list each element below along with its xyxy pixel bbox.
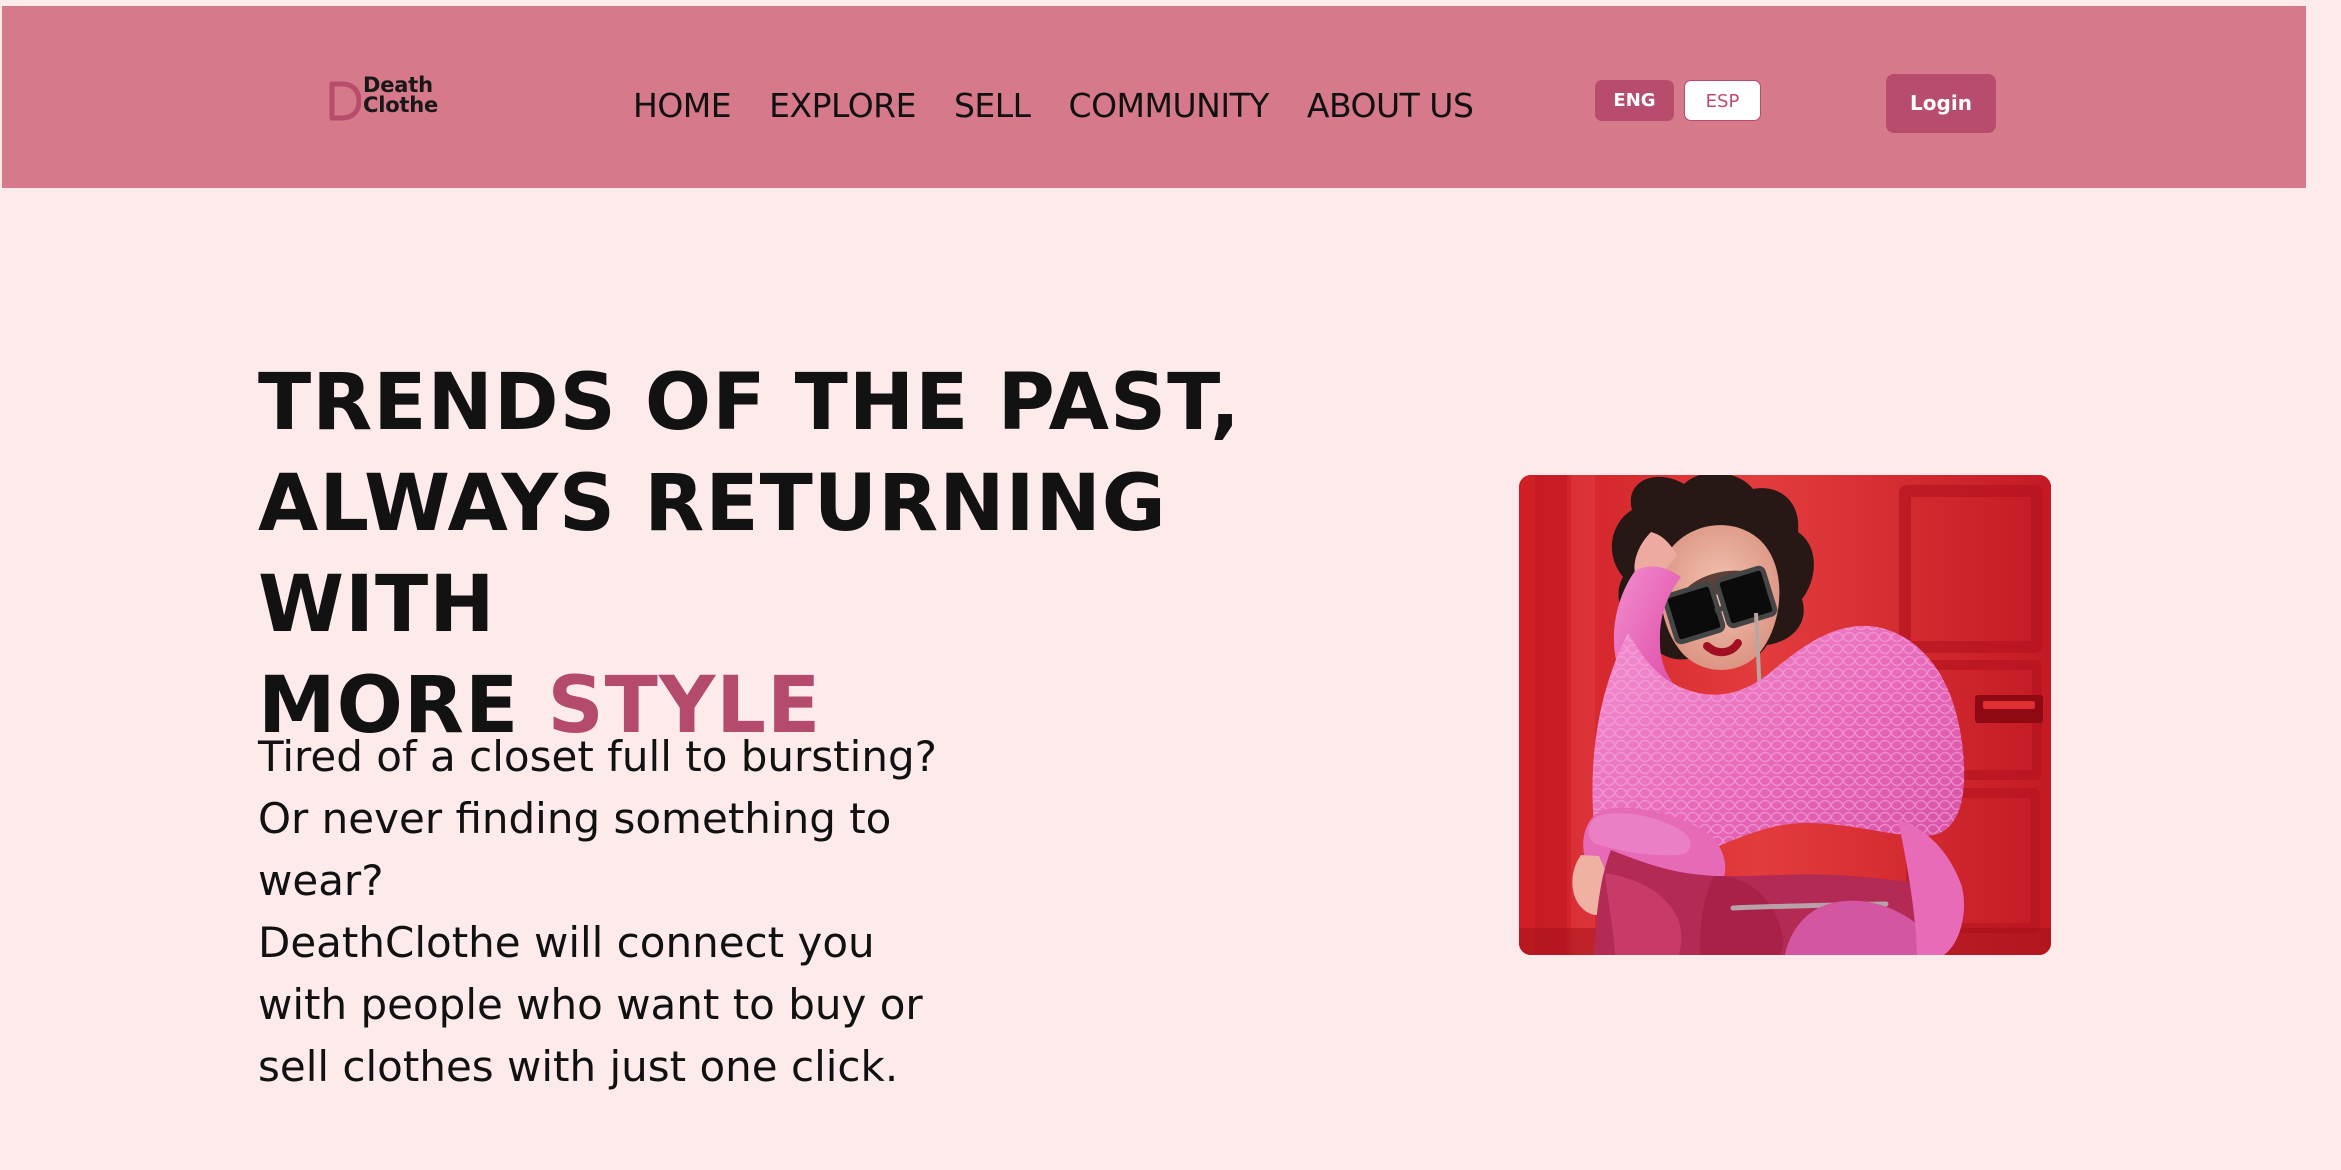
- language-esp-button[interactable]: ESP: [1684, 80, 1761, 121]
- main-nav: HOME EXPLORE SELL COMMUNITY ABOUT US: [633, 80, 1474, 132]
- hero-copy-line-4: DeathClothe will connect you: [258, 918, 875, 967]
- hero-copy-line-5: with people who want to buy or: [258, 980, 923, 1029]
- hero-title-line-2: ALWAYS RETURNING WITH: [258, 459, 1167, 650]
- nav-about-us[interactable]: ABOUT US: [1307, 80, 1474, 132]
- hero-copy-line-2: Or never finding something to: [258, 794, 892, 843]
- hero-copy-line-1: Tired of a closet full to bursting?: [258, 732, 937, 781]
- site-header: Death Clothe HOME EXPLORE SELL COMMUNITY…: [2, 6, 2306, 188]
- language-eng-button[interactable]: ENG: [1595, 80, 1674, 121]
- brand-line-1: Death: [363, 73, 433, 97]
- brand-logo[interactable]: Death Clothe: [327, 74, 445, 124]
- nav-community[interactable]: COMMUNITY: [1069, 80, 1270, 132]
- fashion-model-illustration: [1519, 475, 2051, 955]
- language-switcher: ENG ESP: [1595, 80, 1761, 121]
- hero-copy-line-3: wear?: [258, 856, 384, 905]
- login-button[interactable]: Login: [1886, 74, 1996, 133]
- hero-title: TRENDS OF THE PAST, ALWAYS RETURNING WIT…: [258, 353, 1408, 757]
- brand-line-2: Clothe: [363, 93, 439, 117]
- nav-sell[interactable]: SELL: [954, 80, 1031, 132]
- brand-wordmark: Death Clothe: [363, 73, 439, 117]
- hero-title-line-1: TRENDS OF THE PAST,: [258, 358, 1241, 448]
- hero-image: [1519, 475, 2051, 955]
- brand-d-logo-icon: [329, 81, 361, 121]
- landing-page: Death Clothe HOME EXPLORE SELL COMMUNITY…: [0, 0, 2341, 1170]
- nav-home[interactable]: HOME: [633, 80, 732, 132]
- nav-explore[interactable]: EXPLORE: [769, 80, 916, 132]
- hero-copy-line-6: sell clothes with just one click.: [258, 1042, 899, 1091]
- hero-description: Tired of a closet full to bursting? Or n…: [258, 726, 978, 1098]
